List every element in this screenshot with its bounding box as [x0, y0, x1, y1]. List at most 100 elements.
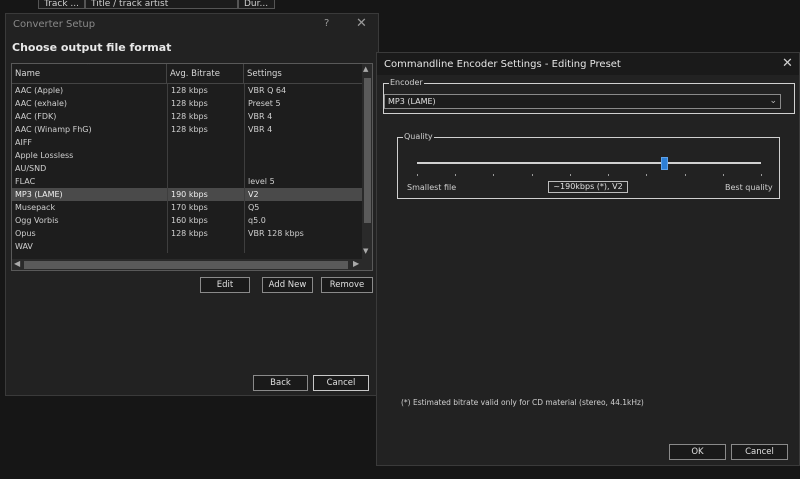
slider-max-label: Best quality: [725, 183, 773, 192]
cell-settings: [244, 149, 362, 162]
table-row[interactable]: Opus 128 kbps VBR 128 kbps: [12, 227, 362, 240]
column-settings[interactable]: Settings: [244, 64, 362, 84]
column-avg-bitrate[interactable]: Avg. Bitrate: [167, 64, 244, 84]
table-row[interactable]: MP3 (LAME) 190 kbps V2: [12, 188, 362, 201]
table-row[interactable]: AIFF: [12, 136, 362, 149]
slider-tick: [532, 174, 533, 176]
remove-button[interactable]: Remove: [321, 277, 373, 293]
quality-slider-track[interactable]: [417, 162, 761, 164]
cell-bitrate: [167, 136, 244, 149]
cell-bitrate: [167, 175, 244, 188]
scroll-thumb[interactable]: [24, 261, 348, 269]
scroll-right-icon[interactable]: ▶: [353, 259, 359, 268]
cell-settings: V2: [244, 188, 362, 201]
window-title: Commandline Encoder Settings - Editing P…: [384, 59, 621, 70]
bitrate-footnote: (*) Estimated bitrate valid only for CD …: [401, 398, 644, 407]
table-row[interactable]: Apple Lossless: [12, 149, 362, 162]
cell-bitrate: [167, 149, 244, 162]
cell-bitrate: 160 kbps: [167, 214, 244, 227]
cell-settings: [244, 136, 362, 149]
encoder-group-label: Encoder: [389, 78, 424, 87]
window-title: Converter Setup: [13, 19, 96, 30]
cell-settings: VBR Q 64: [244, 84, 362, 97]
cell-bitrate: 128 kbps: [167, 123, 244, 136]
slider-tick: [570, 174, 571, 176]
cell-bitrate: 128 kbps: [167, 97, 244, 110]
background-list-header: Track ... Title / track artist Dur...: [0, 0, 800, 13]
cell-name: MP3 (LAME): [15, 190, 63, 199]
cell-bitrate: 128 kbps: [167, 110, 244, 123]
cell-bitrate: 190 kbps: [167, 188, 244, 201]
cell-settings: q5.0: [244, 214, 362, 227]
slider-tick: [455, 174, 456, 176]
title-bar: Commandline Encoder Settings - Editing P…: [377, 53, 799, 75]
scroll-thumb[interactable]: [364, 78, 371, 223]
edit-button[interactable]: Edit: [200, 277, 250, 293]
column-title-artist[interactable]: Title / track artist: [85, 0, 238, 9]
page-title: Choose output file format: [12, 41, 172, 54]
ok-button[interactable]: OK: [669, 444, 726, 460]
format-table: ⌃ Name Avg. Bitrate Settings AAC (Apple)…: [11, 63, 373, 271]
table-row[interactable]: FLAC level 5: [12, 175, 362, 188]
help-icon[interactable]: ?: [324, 18, 329, 29]
column-name[interactable]: Name: [12, 64, 167, 84]
cell-settings: VBR 4: [244, 110, 362, 123]
table-row[interactable]: AAC (exhale) 128 kbps Preset 5: [12, 97, 362, 110]
column-duration[interactable]: Dur...: [238, 0, 275, 9]
cell-name: AAC (Winamp FhG): [15, 125, 92, 134]
cell-name: AIFF: [15, 138, 33, 147]
horizontal-scrollbar[interactable]: ◀ ▶: [12, 259, 372, 270]
vertical-scrollbar[interactable]: ▲ ▼: [362, 64, 372, 259]
cell-settings: Q5: [244, 201, 362, 214]
close-icon[interactable]: ✕: [356, 16, 367, 31]
slider-tick: [685, 174, 686, 176]
cell-bitrate: [167, 162, 244, 175]
cell-name: Opus: [15, 229, 36, 238]
cell-bitrate: 128 kbps: [167, 84, 244, 97]
cell-settings: [244, 240, 362, 253]
cell-name: AAC (Apple): [15, 86, 64, 95]
back-button[interactable]: Back: [253, 375, 308, 391]
scroll-up-icon[interactable]: ▲: [363, 65, 368, 73]
cell-settings: VBR 128 kbps: [244, 227, 362, 240]
slider-tick: [646, 174, 647, 176]
close-icon[interactable]: ✕: [782, 56, 793, 71]
slider-tick: [608, 174, 609, 176]
converter-setup-window: Converter Setup ? ✕ Choose output file f…: [5, 13, 379, 396]
table-header: ⌃ Name Avg. Bitrate Settings: [12, 64, 362, 84]
table-body: AAC (Apple) 128 kbps VBR Q 64 AAC (exhale) 1…: [12, 84, 362, 253]
cell-name: AAC (FDK): [15, 112, 57, 121]
column-track[interactable]: Track ...: [38, 0, 85, 9]
table-row[interactable]: Musepack 170 kbps Q5: [12, 201, 362, 214]
slider-tick: [417, 174, 418, 176]
encoder-settings-window: Commandline Encoder Settings - Editing P…: [376, 52, 800, 466]
table-row[interactable]: AU/SND: [12, 162, 362, 175]
cell-bitrate: 170 kbps: [167, 201, 244, 214]
encoder-select[interactable]: MP3 (LAME) ⌄: [384, 94, 781, 109]
cell-settings: level 5: [244, 175, 362, 188]
slider-min-label: Smallest file: [407, 183, 457, 192]
cancel-button[interactable]: Cancel: [313, 375, 369, 391]
slider-value-readout: ~190kbps (*), V2: [548, 181, 628, 193]
slider-tick: [723, 174, 724, 176]
scroll-down-icon[interactable]: ▼: [363, 247, 368, 255]
cell-name: AAC (exhale): [15, 99, 68, 108]
cell-name: WAV: [15, 242, 33, 251]
cell-name: Ogg Vorbis: [15, 216, 59, 225]
table-row[interactable]: Ogg Vorbis 160 kbps q5.0: [12, 214, 362, 227]
quality-slider-thumb[interactable]: [661, 157, 668, 170]
table-row[interactable]: WAV: [12, 240, 362, 253]
table-row[interactable]: AAC (Apple) 128 kbps VBR Q 64: [12, 84, 362, 97]
scroll-left-icon[interactable]: ◀: [14, 259, 20, 268]
cell-bitrate: [167, 240, 244, 253]
cell-name: AU/SND: [15, 164, 47, 173]
cell-bitrate: 128 kbps: [167, 227, 244, 240]
table-row[interactable]: AAC (Winamp FhG) 128 kbps VBR 4: [12, 123, 362, 136]
cancel-button[interactable]: Cancel: [731, 444, 788, 460]
table-row[interactable]: AAC (FDK) 128 kbps VBR 4: [12, 110, 362, 123]
slider-tick: [493, 174, 494, 176]
slider-tick: [761, 174, 762, 176]
cell-name: Musepack: [15, 203, 56, 212]
cell-settings: Preset 5: [244, 97, 362, 110]
add-new-button[interactable]: Add New: [262, 277, 313, 293]
